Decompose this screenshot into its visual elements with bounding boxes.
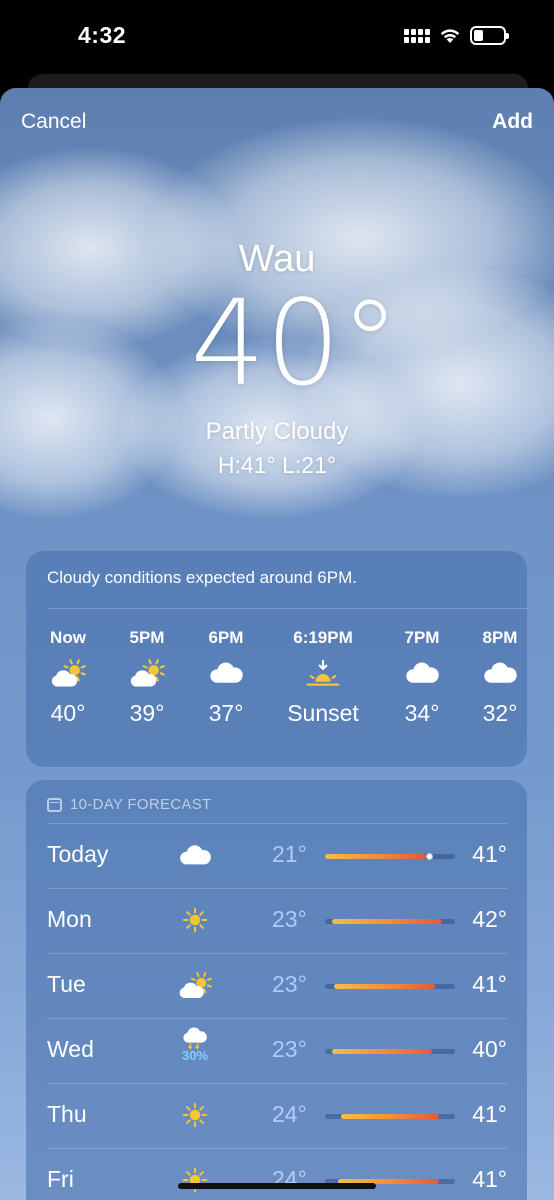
hourly-item: 8PM 32° (460, 628, 540, 727)
day-low-temp: 21° (272, 841, 307, 867)
temperature-range-bar (325, 1049, 455, 1054)
high-low-temperature: H:41° L:21° (217, 452, 337, 478)
day-name: Today (47, 841, 109, 867)
current-temp-marker (426, 853, 433, 860)
hour-temperature: Sunset (287, 700, 359, 726)
hourly-item: 6:19PM Sunset (283, 628, 363, 727)
weather-preview-sheet: Cancel Add Wau 40° Partly Cloudy H:41° L… (0, 88, 554, 1200)
day-name: Mon (47, 906, 92, 932)
hour-temperature: 37° (208, 700, 244, 726)
hour-label: 5PM (129, 628, 165, 647)
divider (47, 953, 507, 954)
forecast-day-row[interactable]: Mon 23° 42° (47, 888, 507, 953)
thunderstorm-icon: 30% (175, 1024, 215, 1064)
day-low-temp: 24° (272, 1101, 307, 1127)
ten-day-header-label: 10-DAY FORECAST (70, 796, 212, 813)
cancel-button[interactable]: Cancel (21, 110, 86, 134)
ten-day-forecast-card[interactable]: 10-DAY FORECAST Today 21° 41° Mon 23° 42… (26, 780, 527, 1200)
temperature-range-bar (325, 984, 455, 989)
calendar-icon (47, 797, 62, 812)
current-condition: Partly Cloudy (205, 418, 349, 445)
day-high-temp: 40° (472, 1036, 507, 1062)
add-button[interactable]: Add (492, 110, 533, 134)
day-low-temp: 23° (272, 971, 307, 997)
battery-icon (470, 26, 509, 45)
day-high-temp: 41° (472, 971, 507, 997)
cloud-icon (460, 650, 540, 696)
divider (47, 608, 527, 609)
forecast-day-row[interactable]: Fri 24° 41° (47, 1148, 507, 1200)
hourly-forecast-card[interactable]: Cloudy conditions expected around 6PM. N… (26, 551, 527, 767)
day-name: Thu (47, 1101, 87, 1127)
sun-icon (175, 900, 215, 940)
hourly-item: 6PM 37° (186, 628, 266, 727)
hourly-item: Now 40° (28, 628, 108, 727)
temperature-range-fill (331, 919, 442, 924)
temperature-range-bar (325, 919, 455, 924)
hour-label: 7PM (404, 628, 440, 647)
hour-temperature: 40° (50, 700, 86, 726)
home-indicator (178, 1183, 376, 1189)
forecast-day-row[interactable]: Tue 23° 41° (47, 953, 507, 1018)
cloud-icon (382, 650, 462, 696)
hourly-summary: Cloudy conditions expected around 6PM. (47, 568, 357, 587)
day-high-temp: 41° (472, 1101, 507, 1127)
forecast-day-row[interactable]: Thu 24° 41° (47, 1083, 507, 1148)
temperature-range-fill (331, 1049, 432, 1054)
hourly-item: 5PM 39° (107, 628, 187, 727)
hour-label: 8PM (482, 628, 518, 647)
day-high-temp: 41° (472, 1166, 507, 1192)
precip-chance: 30% (181, 1048, 209, 1064)
temperature-range-fill (325, 854, 427, 859)
day-low-temp: 23° (272, 906, 307, 932)
divider (47, 1018, 507, 1019)
sun-icon (175, 1095, 215, 1135)
cloud-icon (186, 650, 266, 696)
day-high-temp: 41° (472, 841, 507, 867)
hour-label: 6PM (208, 628, 244, 647)
sunset-icon (283, 650, 363, 696)
divider (47, 823, 507, 824)
partly-cloudy-icon (175, 965, 215, 1005)
hour-temperature: 39° (129, 700, 165, 726)
temperature-range-bar (325, 853, 455, 860)
divider (47, 1148, 507, 1149)
temperature-range-fill (334, 984, 436, 989)
status-icons (404, 26, 509, 45)
sun-icon (175, 1160, 215, 1200)
day-name: Tue (47, 971, 86, 997)
day-name: Wed (47, 1036, 94, 1062)
day-low-temp: 23° (272, 1036, 307, 1062)
hour-label: 6:19PM (293, 628, 353, 647)
partly-cloudy-icon (107, 650, 187, 696)
wifi-icon (440, 29, 460, 43)
temperature-range-fill (340, 1114, 440, 1119)
forecast-day-row[interactable]: Wed 30% 23° 40° (47, 1018, 507, 1083)
partly-cloudy-icon (28, 650, 108, 696)
status-time: 4:32 (78, 22, 127, 48)
temperature-range-bar (325, 1114, 455, 1119)
hourly-item: 7PM 34° (382, 628, 462, 727)
divider (47, 888, 507, 889)
hour-temperature: 34° (404, 700, 440, 726)
ten-day-header: 10-DAY FORECAST (47, 796, 211, 813)
cloud-icon (175, 835, 215, 875)
hour-temperature: 32° (482, 700, 518, 726)
divider (47, 1083, 507, 1084)
day-name: Fri (47, 1166, 74, 1192)
hour-label: Now (50, 628, 86, 647)
cellular-signal-icon (404, 28, 430, 43)
current-temperature: 40° (190, 274, 400, 412)
forecast-day-row[interactable]: Today 21° 41° (47, 823, 507, 888)
day-high-temp: 42° (472, 906, 507, 932)
status-bar: 4:32 (0, 0, 554, 80)
